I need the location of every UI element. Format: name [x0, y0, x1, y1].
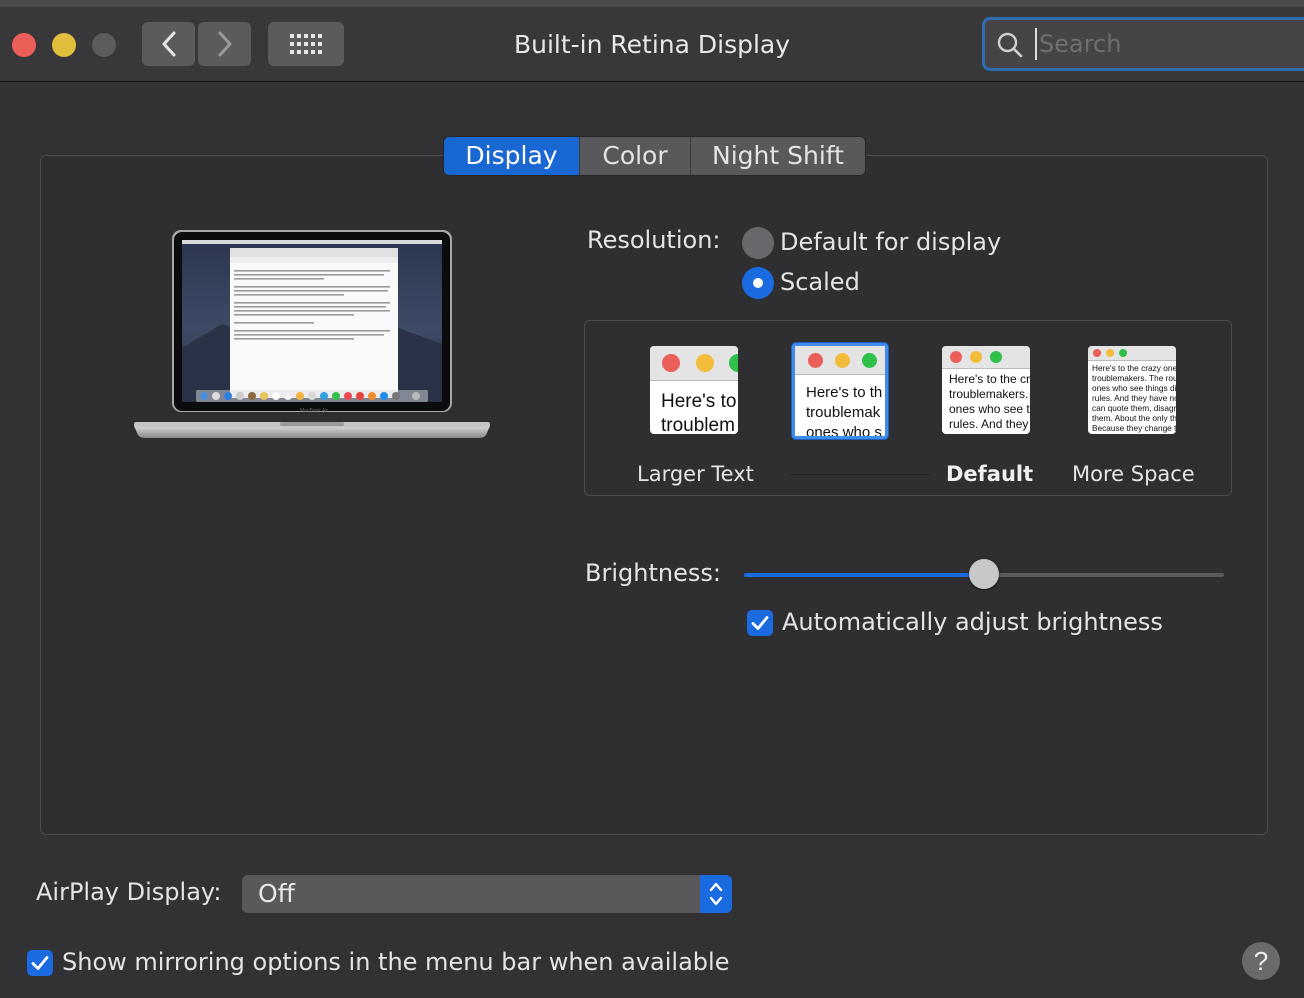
tab-night-shift[interactable]: Night Shift — [691, 137, 865, 175]
preview-sample-text: Here's to th troublemak ones who s — [806, 384, 883, 439]
brightness-slider-fill — [744, 573, 984, 577]
search-icon — [997, 32, 1023, 58]
tab-bar: Display Color Night Shift — [443, 136, 866, 176]
title-bar: Built-in Retina Display — [0, 0, 1304, 82]
mirroring-options-checkbox[interactable] — [27, 950, 53, 976]
radio-default-for-display-label[interactable]: Default for display — [780, 228, 1001, 256]
brightness-slider[interactable] — [744, 559, 1224, 589]
laptop-model-caption: MacBook Air — [300, 408, 329, 414]
scale-preview-2[interactable]: Here's to th troublemak ones who s — [792, 343, 888, 439]
tab-color[interactable]: Color — [580, 137, 691, 175]
radio-default-for-display[interactable] — [742, 227, 774, 259]
larger-text-label: Larger Text — [637, 462, 754, 486]
mirroring-options-label[interactable]: Show mirroring options in the menu bar w… — [62, 948, 729, 976]
radio-scaled-label[interactable]: Scaled — [780, 268, 860, 296]
resolution-label: Resolution: — [587, 226, 721, 254]
brightness-slider-knob[interactable] — [969, 559, 999, 589]
preview-sample-text: Here's to troublem — [661, 391, 737, 434]
select-arrows-icon — [700, 875, 732, 913]
default-label: Default — [946, 462, 1034, 486]
preview-sample-text: Here's to the crazy one troublemakers. T… — [1092, 363, 1176, 433]
more-space-label: More Space — [1072, 462, 1195, 486]
scale-divider — [790, 474, 930, 475]
search-field[interactable] — [982, 17, 1304, 71]
help-button[interactable]: ? — [1242, 942, 1280, 980]
airplay-display-value: Off — [258, 879, 295, 908]
scale-preview-larger-text[interactable]: Here's to troublem — [650, 346, 738, 434]
tab-display[interactable]: Display — [444, 137, 580, 175]
search-input[interactable] — [1035, 28, 1304, 60]
checkmark-icon — [31, 956, 49, 970]
brightness-label: Brightness: — [585, 559, 721, 587]
preview-sample-text: Here's to the cr troublemakers. ones who… — [949, 372, 1030, 431]
auto-brightness-checkbox[interactable] — [747, 610, 773, 636]
airplay-display-label: AirPlay Display: — [36, 878, 222, 906]
checkmark-icon — [751, 616, 769, 630]
radio-scaled[interactable] — [742, 267, 774, 299]
scale-preview-default[interactable]: Here's to the cr troublemakers. ones who… — [942, 346, 1030, 434]
airplay-display-select[interactable]: Off — [242, 875, 732, 913]
scale-preview-more-space[interactable]: Here's to the crazy one troublemakers. T… — [1088, 346, 1176, 434]
auto-brightness-label[interactable]: Automatically adjust brightness — [782, 608, 1163, 636]
